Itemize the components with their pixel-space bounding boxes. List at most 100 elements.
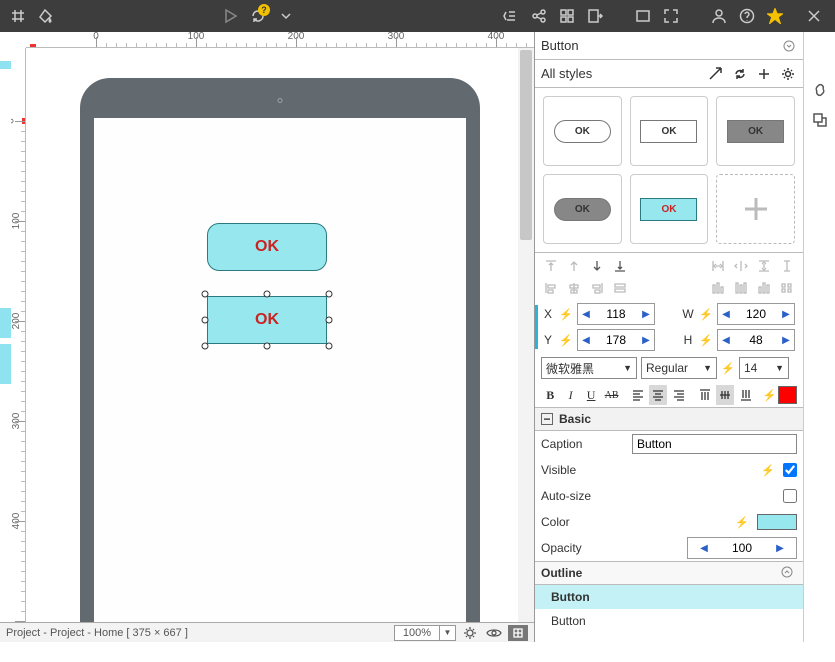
h-input[interactable] — [734, 333, 778, 347]
rectangle-icon[interactable] — [631, 4, 655, 28]
align-right-text-icon[interactable] — [669, 385, 687, 405]
outline-item[interactable]: Button — [535, 609, 803, 633]
export-icon[interactable] — [499, 4, 523, 28]
scrollbar-thumb[interactable] — [520, 50, 532, 240]
distribute-center-icon[interactable] — [731, 257, 751, 275]
align-right-icon[interactable] — [587, 279, 607, 297]
zoom-dropdown[interactable]: ▼ — [440, 625, 456, 641]
align-top-icon[interactable] — [541, 257, 561, 275]
x-spinner[interactable]: ◀▶ — [577, 303, 655, 325]
style-thumb-2[interactable]: OK — [630, 96, 709, 166]
user-icon[interactable] — [707, 4, 731, 28]
styles-refresh-icon[interactable] — [731, 65, 749, 83]
spinner-inc[interactable]: ▶ — [638, 335, 654, 346]
spinner-dec[interactable]: ◀ — [578, 309, 594, 320]
selection-handle[interactable] — [264, 343, 271, 350]
dist-bars-4-icon[interactable] — [777, 279, 797, 297]
valign-bottom-icon[interactable] — [736, 385, 754, 405]
canvas-scrollbar-vertical[interactable] — [518, 48, 534, 642]
exit-icon[interactable] — [583, 4, 607, 28]
paint-bucket-icon[interactable] — [34, 4, 58, 28]
prop-autosize-checkbox[interactable] — [783, 489, 797, 503]
bold-button[interactable]: B — [541, 385, 559, 405]
ruler-horizontal[interactable]: /*generated below statically*/ 0 100 200… — [26, 32, 534, 48]
play-button[interactable] — [218, 4, 242, 28]
styles-add-icon[interactable] — [755, 65, 773, 83]
spinner-dec[interactable]: ◀ — [718, 335, 734, 346]
style-thumb-5[interactable]: OK — [630, 174, 709, 244]
spinner-dec[interactable]: ◀ — [578, 335, 594, 346]
style-thumb-1[interactable]: OK — [543, 96, 622, 166]
close-button[interactable] — [799, 0, 829, 32]
font-size-select[interactable]: 14▼ — [739, 357, 789, 379]
prop-color-swatch[interactable] — [757, 514, 797, 530]
style-thumb-4[interactable]: OK — [543, 174, 622, 244]
underline-button[interactable]: U — [582, 385, 600, 405]
align-left-text-icon[interactable] — [629, 385, 647, 405]
selection-handle[interactable] — [264, 291, 271, 298]
ruler-vertical[interactable]: 0 100 200 300 400 — [11, 48, 26, 642]
mock-button-1[interactable]: OK — [207, 223, 327, 271]
distribute-v-icon[interactable] — [754, 257, 774, 275]
device-screen[interactable]: OK OK — [94, 118, 466, 642]
strike-button[interactable]: AB — [602, 385, 620, 405]
h-spinner[interactable]: ◀▶ — [717, 329, 795, 351]
selection-handle[interactable] — [202, 317, 209, 324]
panel-collapse-button[interactable] — [781, 38, 797, 54]
spinner-inc[interactable]: ▶ — [778, 335, 794, 346]
styles-settings-icon[interactable] — [779, 65, 797, 83]
x-input[interactable] — [594, 307, 638, 321]
help-icon[interactable] — [735, 4, 759, 28]
arrow-up-icon[interactable] — [564, 257, 584, 275]
favorite-icon[interactable] — [763, 4, 787, 28]
w-spinner[interactable]: ◀▶ — [717, 303, 795, 325]
font-family-select[interactable]: 微软雅黑▼ — [541, 357, 637, 379]
fullscreen-icon[interactable] — [659, 4, 683, 28]
section-outline-header[interactable]: Outline — [535, 561, 803, 585]
visibility-icon[interactable] — [484, 625, 504, 641]
snap-icon[interactable] — [508, 625, 528, 641]
align-bottom-icon[interactable] — [610, 257, 630, 275]
prop-caption-input[interactable] — [632, 434, 797, 454]
style-thumb-3[interactable]: OK — [716, 96, 795, 166]
selection-handle[interactable] — [326, 291, 333, 298]
section-toggle-icon[interactable]: − — [541, 413, 553, 425]
styles-filter-icon[interactable] — [707, 65, 725, 83]
outline-item-selected[interactable]: Button — [535, 585, 803, 609]
outline-collapse-button[interactable] — [781, 566, 797, 581]
prop-visible-checkbox[interactable] — [783, 463, 797, 477]
text-cursor-icon[interactable] — [777, 257, 797, 275]
dist-bars-1-icon[interactable] — [708, 279, 728, 297]
spinner-inc[interactable]: ▶ — [778, 309, 794, 320]
selection-handle[interactable] — [202, 343, 209, 350]
y-spinner[interactable]: ◀▶ — [577, 329, 655, 351]
toolbar-dropdown[interactable] — [274, 4, 298, 28]
y-input[interactable] — [594, 333, 638, 347]
selection-handle[interactable] — [202, 291, 209, 298]
style-add-button[interactable] — [716, 174, 795, 244]
italic-button[interactable]: I — [561, 385, 579, 405]
selection-handle[interactable] — [326, 343, 333, 350]
brightness-icon[interactable] — [460, 625, 480, 641]
spinner-dec[interactable]: ◀ — [696, 543, 712, 554]
align-left-icon[interactable] — [541, 279, 561, 297]
share-icon[interactable] — [527, 4, 551, 28]
spinner-dec[interactable]: ◀ — [718, 309, 734, 320]
apps-icon[interactable] — [555, 4, 579, 28]
arrow-down-icon[interactable] — [587, 257, 607, 275]
section-basic-header[interactable]: − Basic — [535, 407, 803, 431]
valign-middle-icon[interactable] — [716, 385, 734, 405]
font-weight-select[interactable]: Regular▼ — [641, 357, 717, 379]
detach-icon[interactable] — [808, 108, 832, 132]
align-center-text-icon[interactable] — [649, 385, 667, 405]
dist-bars-2-icon[interactable] — [731, 279, 751, 297]
w-input[interactable] — [734, 307, 778, 321]
grid-icon[interactable] — [6, 4, 30, 28]
opacity-spinner[interactable]: ◀▶ — [687, 537, 797, 559]
sync-button[interactable]: ? — [246, 4, 270, 28]
spinner-inc[interactable]: ▶ — [638, 309, 654, 320]
canvas-viewport[interactable]: OK OK — [26, 48, 518, 642]
spinner-inc[interactable]: ▶ — [772, 543, 788, 554]
valign-top-icon[interactable] — [696, 385, 714, 405]
dist-bars-3-icon[interactable] — [754, 279, 774, 297]
